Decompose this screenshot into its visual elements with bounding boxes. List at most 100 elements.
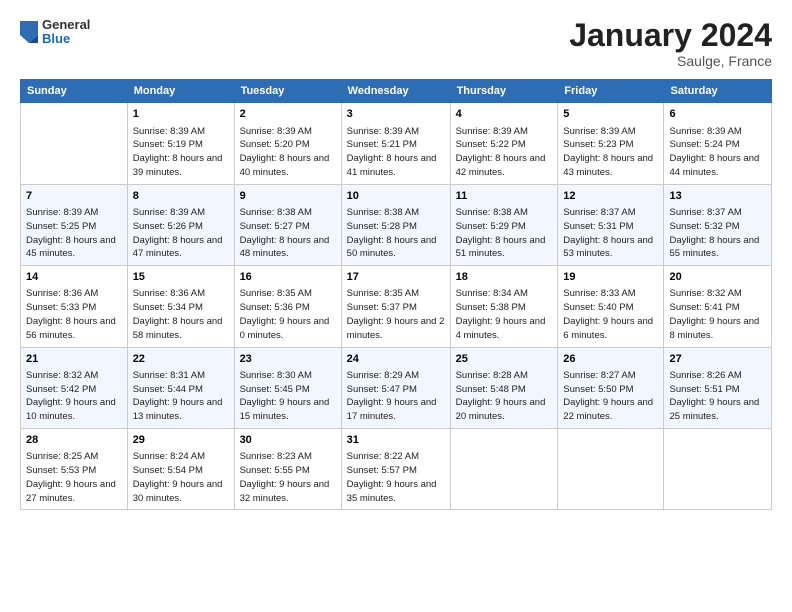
day-info: Sunrise: 8:32 AMSunset: 5:42 PMDaylight:… xyxy=(26,369,122,424)
day-info: Sunrise: 8:39 AMSunset: 5:21 PMDaylight:… xyxy=(347,125,445,180)
day-info: Sunrise: 8:32 AMSunset: 5:41 PMDaylight:… xyxy=(669,287,766,342)
calendar-cell: 19Sunrise: 8:33 AMSunset: 5:40 PMDayligh… xyxy=(558,266,664,347)
col-monday: Monday xyxy=(127,80,234,103)
day-number: 6 xyxy=(669,107,766,122)
calendar-cell: 30 Sunrise: 8:23 AMSunset: 5:55 PMDayligh… xyxy=(234,429,341,510)
calendar-table: Sunday Monday Tuesday Wednesday Thursday… xyxy=(20,79,772,510)
day-info: Sunrise: 8:38 AMSunset: 5:29 PMDaylight:… xyxy=(456,206,553,261)
day-number: 11 xyxy=(456,189,553,204)
day-info: Sunrise: 8:24 AMSunset: 5:54 PMDaylight:… xyxy=(133,450,229,505)
day-info: Sunrise: 8:39 AMSunset: 5:23 PMDaylight:… xyxy=(563,125,658,180)
day-info: Sunrise: 8:25 AMSunset: 5:53 PMDaylight:… xyxy=(26,450,122,505)
day-number: 25 xyxy=(456,352,553,367)
calendar-cell: 10 Sunrise: 8:38 AMSunset: 5:28 PMDayligh… xyxy=(341,184,450,265)
day-info: Sunrise: 8:39 AMSunset: 5:24 PMDaylight:… xyxy=(669,125,766,180)
day-info: Sunrise: 8:37 AMSunset: 5:31 PMDaylight:… xyxy=(563,206,658,261)
day-number: 28 xyxy=(26,433,122,448)
week-row-4: 28 Sunrise: 8:25 AMSunset: 5:53 PMDayligh… xyxy=(21,429,772,510)
calendar-cell: 13 Sunrise: 8:37 AMSunset: 5:32 PMDayligh… xyxy=(664,184,772,265)
logo: General Blue xyxy=(20,18,90,47)
day-number: 4 xyxy=(456,107,553,122)
calendar-cell: 25 Sunrise: 8:28 AMSunset: 5:48 PMDayligh… xyxy=(450,347,558,428)
day-info: Sunrise: 8:23 AMSunset: 5:55 PMDaylight:… xyxy=(240,450,336,505)
day-number: 24 xyxy=(347,352,445,367)
logo-general: General xyxy=(42,18,90,32)
day-number: 8 xyxy=(133,189,229,204)
day-info: Sunrise: 8:35 AMSunset: 5:37 PMDaylight:… xyxy=(347,287,445,342)
col-sunday: Sunday xyxy=(21,80,128,103)
day-number: 30 xyxy=(240,433,336,448)
day-info: Sunrise: 8:34 AMSunset: 5:38 PMDaylight:… xyxy=(456,287,553,342)
location: Saulge, France xyxy=(569,53,772,69)
day-info: Sunrise: 8:29 AMSunset: 5:47 PMDaylight:… xyxy=(347,369,445,424)
day-number: 9 xyxy=(240,189,336,204)
day-info: Sunrise: 8:22 AMSunset: 5:57 PMDaylight:… xyxy=(347,450,445,505)
day-number: 23 xyxy=(240,352,336,367)
day-number: 27 xyxy=(669,352,766,367)
calendar-cell xyxy=(450,429,558,510)
day-number: 21 xyxy=(26,352,122,367)
col-tuesday: Tuesday xyxy=(234,80,341,103)
calendar-cell: 9 Sunrise: 8:38 AMSunset: 5:27 PMDaylight… xyxy=(234,184,341,265)
day-number: 7 xyxy=(26,189,122,204)
day-number: 20 xyxy=(669,270,766,285)
calendar-cell xyxy=(664,429,772,510)
day-number: 12 xyxy=(563,189,658,204)
calendar-cell xyxy=(558,429,664,510)
day-number: 19 xyxy=(563,270,658,285)
calendar-cell: 7Sunrise: 8:39 AMSunset: 5:25 PMDaylight… xyxy=(21,184,128,265)
day-number: 10 xyxy=(347,189,445,204)
day-number: 22 xyxy=(133,352,229,367)
day-info: Sunrise: 8:38 AMSunset: 5:28 PMDaylight:… xyxy=(347,206,445,261)
calendar-cell: 23 Sunrise: 8:30 AMSunset: 5:45 PMDayligh… xyxy=(234,347,341,428)
calendar-cell: 8 Sunrise: 8:39 AMSunset: 5:26 PMDaylight… xyxy=(127,184,234,265)
day-info: Sunrise: 8:26 AMSunset: 5:51 PMDaylight:… xyxy=(669,369,766,424)
week-row-2: 14Sunrise: 8:36 AMSunset: 5:33 PMDayligh… xyxy=(21,266,772,347)
calendar-cell: 28 Sunrise: 8:25 AMSunset: 5:53 PMDayligh… xyxy=(21,429,128,510)
day-number: 13 xyxy=(669,189,766,204)
day-info: Sunrise: 8:36 AMSunset: 5:34 PMDaylight:… xyxy=(133,287,229,342)
calendar-cell: 27 Sunrise: 8:26 AMSunset: 5:51 PMDayligh… xyxy=(664,347,772,428)
day-number: 26 xyxy=(563,352,658,367)
day-number: 17 xyxy=(347,270,445,285)
day-number: 15 xyxy=(133,270,229,285)
month-title: January 2024 xyxy=(569,18,772,53)
week-row-0: 1Sunrise: 8:39 AMSunset: 5:19 PMDaylight… xyxy=(21,103,772,184)
col-wednesday: Wednesday xyxy=(341,80,450,103)
calendar-cell: 29Sunrise: 8:24 AMSunset: 5:54 PMDayligh… xyxy=(127,429,234,510)
day-number: 31 xyxy=(347,433,445,448)
day-number: 2 xyxy=(240,107,336,122)
col-friday: Friday xyxy=(558,80,664,103)
calendar-cell: 14Sunrise: 8:36 AMSunset: 5:33 PMDayligh… xyxy=(21,266,128,347)
calendar-cell: 4Sunrise: 8:39 AMSunset: 5:22 PMDaylight… xyxy=(450,103,558,184)
day-number: 14 xyxy=(26,270,122,285)
day-info: Sunrise: 8:31 AMSunset: 5:44 PMDaylight:… xyxy=(133,369,229,424)
calendar-cell: 15 Sunrise: 8:36 AMSunset: 5:34 PMDayligh… xyxy=(127,266,234,347)
week-row-3: 21 Sunrise: 8:32 AMSunset: 5:42 PMDayligh… xyxy=(21,347,772,428)
calendar-cell: 20 Sunrise: 8:32 AMSunset: 5:41 PMDayligh… xyxy=(664,266,772,347)
day-number: 18 xyxy=(456,270,553,285)
calendar-cell: 2Sunrise: 8:39 AMSunset: 5:20 PMDaylight… xyxy=(234,103,341,184)
col-thursday: Thursday xyxy=(450,80,558,103)
title-block: January 2024 Saulge, France xyxy=(569,18,772,69)
day-info: Sunrise: 8:39 AMSunset: 5:26 PMDaylight:… xyxy=(133,206,229,261)
day-info: Sunrise: 8:30 AMSunset: 5:45 PMDaylight:… xyxy=(240,369,336,424)
calendar-cell: 6 Sunrise: 8:39 AMSunset: 5:24 PMDaylight… xyxy=(664,103,772,184)
header: General Blue January 2024 Saulge, France xyxy=(20,18,772,69)
calendar-cell: 12 Sunrise: 8:37 AMSunset: 5:31 PMDayligh… xyxy=(558,184,664,265)
header-row: Sunday Monday Tuesday Wednesday Thursday… xyxy=(21,80,772,103)
page: General Blue January 2024 Saulge, France… xyxy=(0,0,792,612)
week-row-1: 7Sunrise: 8:39 AMSunset: 5:25 PMDaylight… xyxy=(21,184,772,265)
day-info: Sunrise: 8:27 AMSunset: 5:50 PMDaylight:… xyxy=(563,369,658,424)
day-number: 16 xyxy=(240,270,336,285)
day-number: 3 xyxy=(347,107,445,122)
calendar-cell xyxy=(21,103,128,184)
day-number: 5 xyxy=(563,107,658,122)
day-info: Sunrise: 8:28 AMSunset: 5:48 PMDaylight:… xyxy=(456,369,553,424)
calendar-cell: 16Sunrise: 8:35 AMSunset: 5:36 PMDayligh… xyxy=(234,266,341,347)
day-info: Sunrise: 8:37 AMSunset: 5:32 PMDaylight:… xyxy=(669,206,766,261)
calendar-cell: 17 Sunrise: 8:35 AMSunset: 5:37 PMDayligh… xyxy=(341,266,450,347)
day-info: Sunrise: 8:38 AMSunset: 5:27 PMDaylight:… xyxy=(240,206,336,261)
col-saturday: Saturday xyxy=(664,80,772,103)
calendar-cell: 31 Sunrise: 8:22 AMSunset: 5:57 PMDayligh… xyxy=(341,429,450,510)
